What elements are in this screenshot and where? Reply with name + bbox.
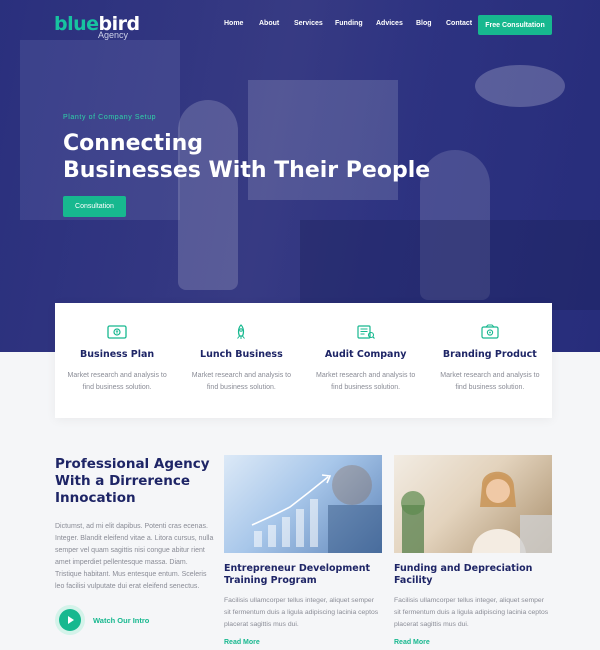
consultation-button[interactable]: Consultation: [63, 196, 126, 217]
brand-logo[interactable]: bluebird Agency: [54, 13, 140, 40]
audit-icon: [357, 325, 375, 339]
service-title: Audit Company: [324, 349, 407, 360]
play-icon: [59, 609, 81, 631]
person-illustration-icon: [401, 471, 552, 553]
nav-item-home[interactable]: Home: [224, 20, 243, 27]
service-item[interactable]: Business Plan Market research and analys…: [55, 303, 179, 418]
service-title: Lunch Business: [200, 349, 283, 360]
nav-item-advices[interactable]: Advices: [376, 20, 403, 27]
branding-icon: [481, 324, 499, 339]
blog-card: Funding and Depreciation Facility Facili…: [394, 455, 552, 646]
nav-item-blog[interactable]: Blog: [416, 20, 432, 27]
intro-title: Professional Agency With a Dirrerence In…: [55, 456, 210, 506]
hero-title-line: Connecting: [63, 131, 204, 156]
card-text: Facilisis ullamcorper tellus integer, al…: [224, 597, 379, 628]
nav-item-services[interactable]: Services: [294, 20, 323, 27]
chart-illustration-icon: [251, 465, 382, 553]
service-item[interactable]: Lunch Business Market research and analy…: [179, 303, 303, 418]
card-title[interactable]: Funding and Depreciation Facility: [394, 563, 552, 587]
hero-person-shape: [178, 100, 238, 290]
nav-item-about[interactable]: About: [259, 20, 279, 27]
service-desc: Market research and analysis to find bus…: [316, 372, 416, 391]
service-title: Branding Product: [442, 349, 537, 360]
nav-item-funding[interactable]: Funding: [335, 20, 363, 27]
read-more-link[interactable]: Read More: [394, 639, 552, 646]
service-desc: Market research and analysis to find bus…: [191, 372, 291, 391]
hero-couch-shape: [300, 220, 600, 310]
watch-intro-button[interactable]: Watch Our Intro: [55, 605, 149, 635]
card-text: Facilisis ullamcorper tellus integer, al…: [394, 597, 549, 628]
services-card: Business Plan Market research and analys…: [55, 303, 552, 418]
hero-title-line: Businesses With Their People: [63, 158, 431, 183]
hero-section: bluebird Agency Home About Services Fund…: [0, 0, 600, 352]
card-image-chart[interactable]: [224, 455, 382, 553]
watch-intro-label[interactable]: Watch Our Intro: [93, 616, 149, 625]
free-consultation-button[interactable]: Free Consultation: [478, 15, 552, 35]
service-item[interactable]: Branding Product Market research and ana…: [428, 303, 552, 418]
hero-lamp-shape: [475, 65, 565, 107]
brand-subtitle: Agency: [98, 30, 129, 40]
service-item[interactable]: Audit Company Market research and analys…: [304, 303, 428, 418]
service-desc: Market research and analysis to find bus…: [67, 372, 167, 391]
hero-title: Connecting Businesses With Their People: [63, 130, 483, 184]
nav-item-contact[interactable]: Contact: [446, 20, 472, 27]
intro-text: Dictumst, ad mi elit dapibus. Potenti cr…: [55, 523, 214, 590]
read-more-link[interactable]: Read More: [224, 639, 382, 646]
intro-section: Professional Agency With a Dirrerence In…: [55, 456, 215, 593]
hero-eyebrow: Planty of Company Setup: [63, 114, 157, 121]
card-image-person[interactable]: [394, 455, 552, 553]
blog-card: Entrepreneur Development Training Progra…: [224, 455, 382, 646]
service-desc: Market research and analysis to find bus…: [440, 372, 540, 391]
business-plan-icon: [107, 325, 127, 339]
card-title[interactable]: Entrepreneur Development Training Progra…: [224, 563, 382, 587]
service-title: Business Plan: [80, 349, 155, 360]
rocket-icon: [237, 324, 246, 339]
play-button[interactable]: [55, 605, 85, 635]
